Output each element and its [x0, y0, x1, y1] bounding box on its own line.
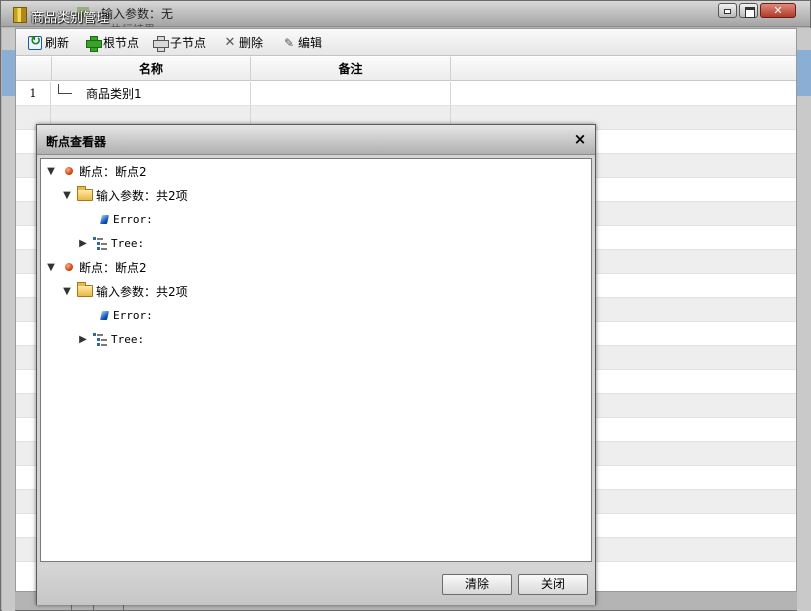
breakpoint-tree: ▼ 断点：断点2 ▼ 输入参数：共2项 Error: ▶ Tree: ▼ 断点：…: [40, 158, 592, 562]
expand-arrow-icon[interactable]: ▶: [77, 238, 89, 249]
collapse-arrow-icon[interactable]: ▼: [45, 166, 57, 177]
input-params-node[interactable]: ▼ 输入参数：共2项: [61, 185, 188, 205]
edit-label: 编辑: [298, 36, 323, 50]
row-number: 1: [16, 82, 51, 106]
error-param-label: Error:: [113, 212, 153, 226]
breakpoint-dot-icon: [65, 167, 73, 175]
add-root-label: 根节点: [103, 36, 140, 50]
tree-param-label: Tree:: [111, 236, 145, 250]
dialog-title: 断点查看器: [46, 135, 107, 149]
edit-button[interactable]: ✎ 编辑: [283, 33, 322, 52]
collapse-arrow-icon[interactable]: ▼: [61, 190, 73, 201]
tree-param-label: Tree:: [111, 332, 145, 346]
collapse-arrow-icon[interactable]: ▼: [61, 286, 73, 297]
breakpoint-viewer-dialog: 断点查看器 × ▼ 断点：断点2 ▼ 输入参数：共2项 Error: ▶ Tre…: [36, 124, 596, 605]
refresh-label: 刷新: [45, 36, 70, 50]
input-params-label: 输入参数：共2项: [96, 188, 188, 203]
column-header-note[interactable]: 备注: [251, 57, 451, 81]
refresh-button[interactable]: 刷新: [28, 33, 69, 52]
error-param-label: Error:: [113, 308, 153, 322]
add-child-button[interactable]: 子节点: [153, 33, 206, 52]
dialog-close-button[interactable]: ×: [573, 131, 587, 147]
grid-header: 名称 备注: [16, 57, 796, 81]
tree-param-node[interactable]: ▶ Tree:: [77, 233, 144, 253]
toolbar: 刷新 根节点 子节点 ✕ 删除 ✎ 编辑: [16, 29, 796, 56]
close-button[interactable]: 关闭: [518, 574, 588, 595]
blue-gem-icon: [100, 310, 109, 320]
input-params-label: 输入参数：共2项: [96, 284, 188, 299]
delete-icon: ✕: [224, 34, 236, 50]
breakpoint-label: 断点：断点2: [79, 260, 147, 275]
maximize-button[interactable]: [739, 3, 758, 18]
tree-structure-icon: [93, 332, 107, 346]
minimize-button[interactable]: [718, 3, 737, 18]
tree-param-node[interactable]: ▶ Tree:: [77, 329, 144, 349]
window-titlebar[interactable]: 商品类别管理 输入参数：无 执行结果 ✕: [1, 1, 810, 27]
tree-connector: [58, 84, 72, 94]
clear-button[interactable]: 清除: [442, 574, 512, 595]
add-child-icon: [153, 35, 169, 52]
category-name: 商品类别1: [86, 87, 142, 101]
folder-open-icon: [77, 186, 93, 201]
window-controls: ✕: [718, 3, 796, 18]
breakpoint-node[interactable]: ▼ 断点：断点2: [45, 257, 147, 277]
left-strip: [2, 28, 15, 611]
ghost-text-2: 执行结果: [111, 21, 155, 27]
breakpoint-node[interactable]: ▼ 断点：断点2: [45, 161, 147, 181]
dialog-titlebar[interactable]: 断点查看器 ×: [37, 125, 595, 155]
tree-structure-icon: [93, 236, 107, 250]
blue-gem-icon: [100, 214, 109, 224]
add-child-label: 子节点: [170, 36, 207, 50]
folder-open-icon: [77, 282, 93, 297]
app-icon: [13, 7, 27, 23]
rownum-header: [16, 57, 52, 81]
delete-button[interactable]: ✕ 删除: [224, 33, 263, 52]
collapse-arrow-icon[interactable]: ▼: [45, 262, 57, 273]
add-icon: [86, 35, 102, 52]
pencil-icon: ✎: [283, 35, 295, 50]
column-header-name[interactable]: 名称: [52, 57, 251, 81]
dialog-footer: 清除 关闭: [37, 565, 595, 605]
refresh-icon: [28, 34, 42, 50]
close-window-button[interactable]: ✕: [760, 3, 796, 18]
breakpoint-dot-icon: [65, 263, 73, 271]
window-title: 商品类别管理: [31, 11, 110, 26]
error-param-node[interactable]: Error:: [100, 305, 153, 325]
breakpoint-label: 断点：断点2: [79, 164, 147, 179]
expand-arrow-icon[interactable]: ▶: [77, 334, 89, 345]
delete-label: 删除: [239, 36, 264, 50]
input-params-node[interactable]: ▼ 输入参数：共2项: [61, 281, 188, 301]
ghost-text: 输入参数：无: [101, 7, 174, 21]
close-icon: ✕: [773, 4, 783, 17]
table-row[interactable]: 1 商品类别1: [16, 82, 796, 106]
error-param-node[interactable]: Error:: [100, 209, 153, 229]
right-strip: [797, 28, 811, 611]
add-root-button[interactable]: 根节点: [86, 33, 139, 52]
